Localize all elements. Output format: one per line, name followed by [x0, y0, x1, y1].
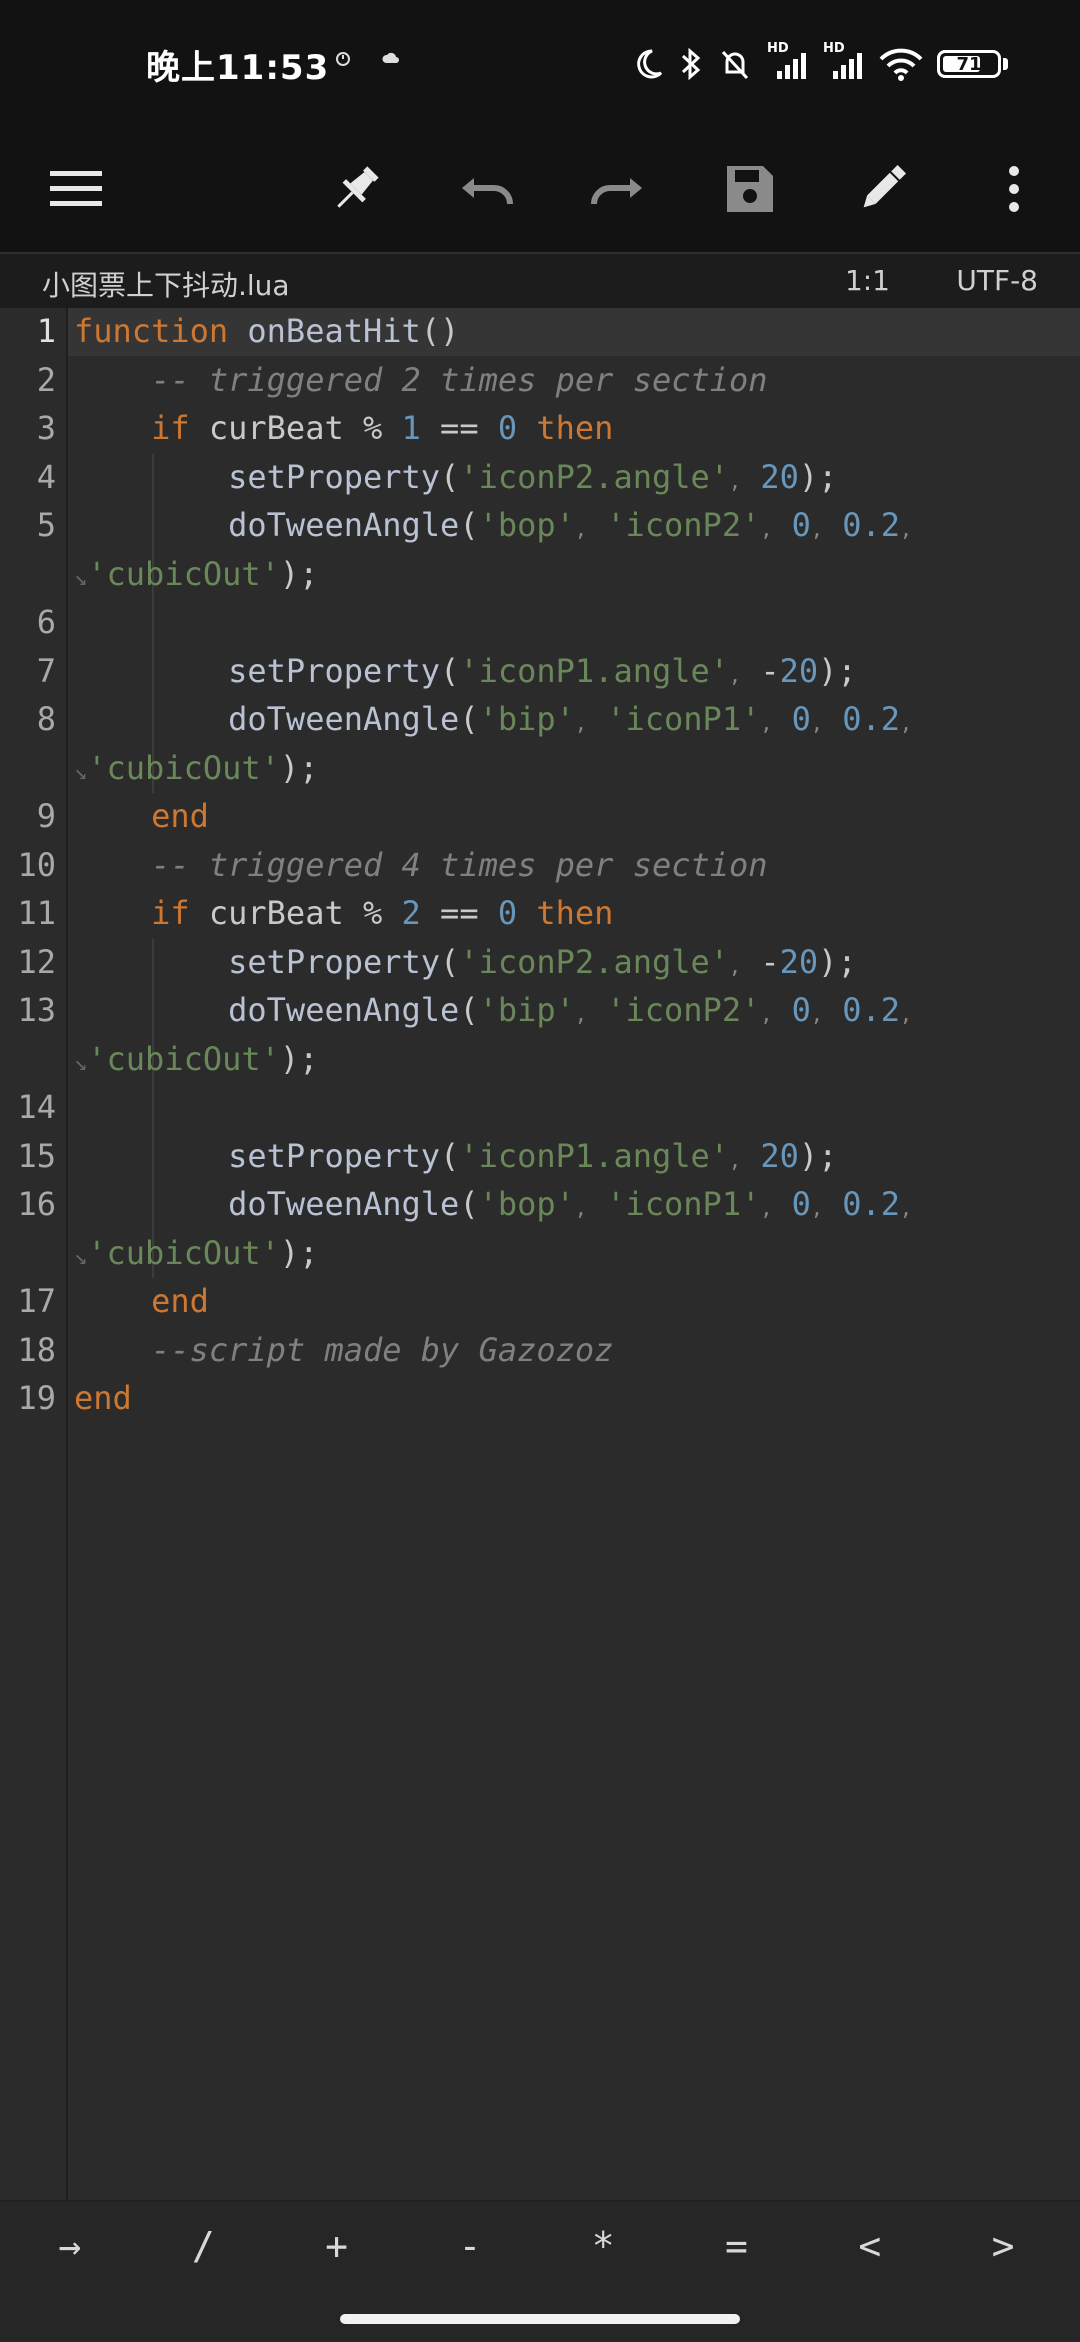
code-line[interactable]: doTweenAngle('bop', 'iconP2', 0, 0.2, [74, 506, 912, 544]
redo-icon[interactable] [588, 159, 648, 219]
line-number: 19 [17, 1379, 56, 1417]
code-line-wrapped[interactable]: ↘'cubicOut'); [74, 555, 318, 593]
code-line[interactable]: end [74, 1282, 209, 1320]
code-line[interactable]: doTweenAngle('bip', 'iconP1', 0, 0.2, [74, 700, 912, 738]
code-line[interactable]: end [74, 797, 209, 835]
line-number: 11 [17, 894, 56, 932]
hamburger-menu-icon[interactable] [46, 159, 106, 219]
line-number: 7 [36, 651, 56, 690]
line-number: 2 [36, 360, 56, 399]
line-number: 8 [36, 700, 56, 738]
line-number: 6 [36, 603, 56, 641]
code-line[interactable]: end [74, 1379, 132, 1417]
save-icon[interactable] [720, 159, 780, 219]
code-line[interactable]: setProperty('iconP2.angle', 20); [74, 458, 837, 496]
pin-icon[interactable] [326, 159, 386, 219]
file-name[interactable]: 小图票上下抖动.lua [42, 264, 290, 304]
line-number: 9 [36, 797, 56, 835]
code-line-wrapped[interactable]: ↘'cubicOut'); [74, 1040, 318, 1078]
symbol-key[interactable]: = [697, 2224, 777, 2280]
battery-icon: 71 [937, 50, 1008, 78]
status-icons: HD HD 71 [631, 36, 1008, 92]
indent-guide [152, 453, 154, 793]
wrap-indicator-icon: ↘ [74, 565, 88, 591]
code-line[interactable]: setProperty('iconP1.angle', 20); [74, 1137, 837, 1175]
code-line[interactable]: doTweenAngle('bip', 'iconP2', 0, 0.2, [74, 991, 912, 1029]
line-number: 18 [17, 1330, 56, 1369]
symbol-key[interactable]: * [563, 2224, 643, 2280]
line-number: 14 [17, 1088, 56, 1126]
line-number: 1 [36, 312, 56, 350]
line-number: 4 [36, 457, 56, 496]
symbol-key[interactable]: < [830, 2224, 910, 2280]
indent-guide [152, 938, 154, 1278]
symbol-key[interactable]: → [30, 2224, 110, 2280]
wrap-indicator-icon: ↘ [74, 1050, 88, 1076]
line-number: 17 [17, 1282, 56, 1320]
wrap-indicator-icon: ↘ [74, 1244, 88, 1270]
hd-label-2: HD [823, 41, 845, 56]
wifi-icon [879, 47, 923, 81]
symbol-key[interactable]: + [297, 2224, 377, 2280]
code-line[interactable]: if curBeat % 2 == 0 then [74, 894, 613, 932]
code-line[interactable]: setProperty('iconP1.angle', -20); [74, 652, 857, 690]
file-info-bar: 小图票上下抖动.lua 1:1 UTF-8 [0, 252, 1080, 310]
line-number: 5 [36, 506, 56, 544]
undo-icon[interactable] [456, 159, 516, 219]
file-encoding[interactable]: UTF-8 [956, 264, 1038, 297]
battery-level: 71 [956, 53, 982, 75]
code-line[interactable]: setProperty('iconP2.angle', -20); [74, 943, 857, 981]
code-line[interactable]: -- triggered 2 times per section [74, 361, 768, 399]
code-editor[interactable]: 1 2 3 4 5 6 7 8 9 10 11 12 13 14 15 16 17 18 19 function o… [0, 308, 1080, 2200]
home-indicator[interactable] [340, 2314, 740, 2324]
cellular-signal-2-icon: HD [823, 41, 865, 81]
line-number: 16 [17, 1185, 56, 1223]
code-line-wrapped[interactable]: ↘'cubicOut'); [74, 1234, 318, 1272]
more-vertical-icon[interactable] [984, 159, 1044, 219]
line-number: 10 [17, 845, 56, 884]
code-line[interactable]: if curBeat % 1 == 0 then [74, 409, 613, 447]
cellular-signal-1-icon: HD [767, 41, 809, 81]
pencil-icon[interactable] [852, 159, 912, 219]
silent-bell-icon [717, 46, 753, 82]
status-bar: 晚上11:53 HD HD 71 [0, 0, 1080, 126]
line-number-gutter [0, 308, 68, 2200]
code-line-wrapped[interactable]: ↘'cubicOut'); [74, 749, 318, 787]
line-number: 15 [17, 1136, 56, 1175]
symbol-key[interactable]: - [430, 2224, 510, 2280]
code-line[interactable]: --script made by Gazozoz [74, 1331, 613, 1369]
cloud-notification-icon [382, 50, 400, 73]
status-time: 晚上11:53 [146, 48, 330, 88]
symbol-key[interactable]: > [963, 2224, 1043, 2280]
alarm-notification-icon [334, 50, 352, 73]
line-number: 3 [36, 409, 56, 447]
editor-toolbar [0, 126, 1080, 252]
code-line[interactable]: function onBeatHit() [74, 312, 459, 350]
cursor-position: 1:1 [844, 264, 890, 297]
wrap-indicator-icon: ↘ [74, 759, 88, 785]
hd-label-1: HD [767, 41, 789, 56]
do-not-disturb-moon-icon [631, 47, 665, 81]
code-line[interactable]: doTweenAngle('bop', 'iconP1', 0, 0.2, [74, 1185, 912, 1223]
line-number: 13 [17, 991, 56, 1029]
symbol-key[interactable]: / [163, 2224, 243, 2280]
code-line[interactable]: -- triggered 4 times per section [74, 846, 768, 884]
bluetooth-icon [679, 46, 703, 82]
line-number: 12 [17, 942, 56, 981]
